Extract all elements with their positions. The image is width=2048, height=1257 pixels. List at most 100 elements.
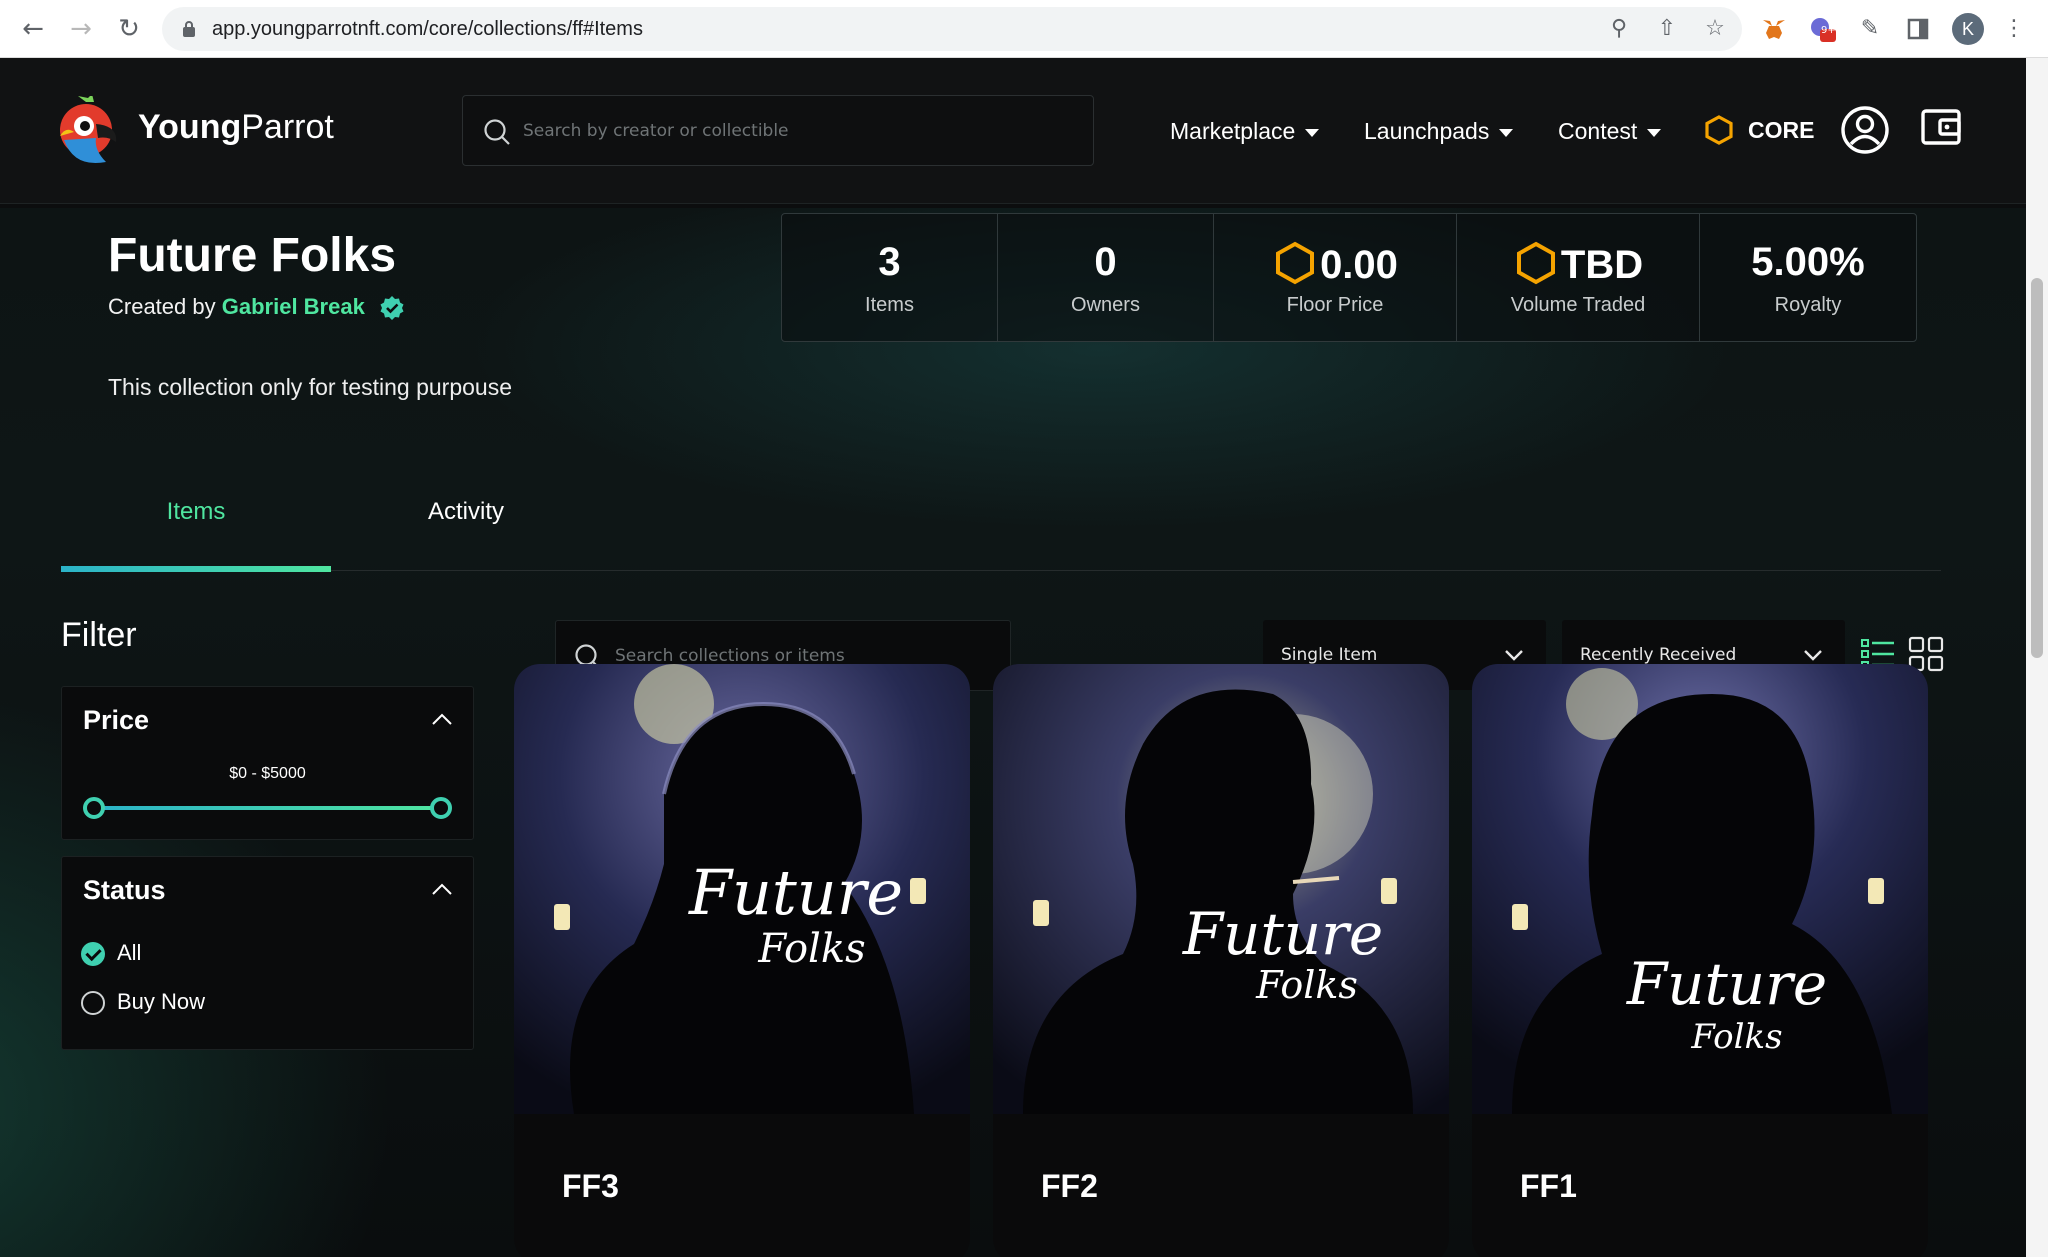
tab-label: Activity — [427, 498, 504, 525]
extension-badge-icon[interactable]: 9+ — [1808, 15, 1836, 43]
status-filter-panel: Status All Buy Now — [61, 856, 474, 1050]
checked-radio-icon[interactable] — [81, 942, 105, 966]
chevron-up-icon[interactable] — [431, 712, 453, 726]
side-panel-icon[interactable] — [1904, 15, 1932, 43]
share-icon[interactable]: ⇧ — [1654, 16, 1680, 42]
browser-toolbar: ← → ↻ app.youngparrotnft.com/core/collec… — [0, 0, 2048, 58]
brand-light: Parrot — [241, 108, 334, 146]
nav-contest[interactable]: Contest — [1558, 118, 1662, 145]
browser-menu-icon[interactable]: ⋮ — [2000, 15, 2028, 43]
header-search-input[interactable]: Search by creator or collectible — [462, 95, 1094, 166]
stat-floor-price: 0.00 Floor Price — [1214, 214, 1457, 341]
chevron-down-icon — [1804, 650, 1822, 661]
filter-title: Filter — [61, 616, 137, 654]
status-option-label: Buy Now — [117, 989, 206, 1014]
nft-name[interactable]: FF3 — [562, 1168, 619, 1205]
stat-value-row: TBD — [1457, 240, 1699, 288]
core-hexagon-icon — [1276, 241, 1315, 285]
profile-avatar[interactable]: K — [1952, 13, 1984, 45]
header-search-placeholder: Search by creator or collectible — [523, 121, 789, 141]
nav-label: Launchpads — [1364, 118, 1490, 144]
stat-volume-traded: TBD Volume Traded — [1457, 214, 1700, 341]
stat-label: Volume Traded — [1510, 294, 1646, 316]
verified-badge-icon — [380, 296, 404, 321]
chevron-up-icon[interactable] — [431, 882, 453, 896]
network-label: CORE — [1748, 117, 1815, 143]
slider-max-handle[interactable] — [430, 797, 452, 819]
art-title-line1: Future — [1626, 950, 1827, 1018]
created-by-prefix: Created by — [108, 294, 216, 319]
stat-value: 5.00% — [1751, 240, 1865, 284]
art-title-line1: Future — [688, 856, 903, 929]
extensions-puzzle-icon[interactable]: ✎ — [1856, 15, 1884, 43]
stat-label: Floor Price — [1286, 294, 1384, 316]
wallet-icon[interactable] — [1920, 106, 1962, 148]
stat-value-row: 0.00 — [1214, 240, 1456, 288]
status-option-label: All — [117, 940, 142, 965]
nft-card[interactable]: Future Folks FF2 — [993, 664, 1449, 1257]
back-arrow-icon[interactable]: ← — [18, 14, 48, 44]
forward-arrow-icon[interactable]: → — [66, 14, 96, 44]
stat-value: 0 — [1094, 240, 1117, 284]
nft-card[interactable]: Future Folks FF3 — [514, 664, 970, 1257]
collection-description: This collection only for testing purpous… — [108, 374, 512, 400]
collection-tabs: Items Activity — [61, 478, 1941, 572]
stat-value: TBD — [1560, 243, 1644, 287]
scrollbar-thumb[interactable] — [2031, 278, 2043, 658]
stat-label: Owners — [1071, 294, 1140, 316]
address-bar[interactable]: app.youngparrotnft.com/core/collections/… — [162, 7, 1742, 51]
tab-items[interactable]: Items — [61, 498, 331, 572]
lock-icon — [183, 21, 195, 37]
nft-name[interactable]: FF1 — [1520, 1168, 1577, 1205]
nav-label: Marketplace — [1170, 118, 1296, 144]
core-hexagon-icon — [1516, 241, 1555, 285]
parrot-logo-icon[interactable] — [56, 96, 122, 168]
tab-label: Items — [166, 498, 226, 525]
stat-value: 0.00 — [1320, 243, 1398, 287]
nft-card[interactable]: Future Folks FF1 — [1472, 664, 1928, 1257]
core-hexagon-icon — [1705, 115, 1733, 145]
art-title-line2: Folks — [1690, 1017, 1782, 1057]
caret-down-icon — [1499, 128, 1514, 137]
caret-down-icon — [1305, 128, 1320, 137]
reload-icon[interactable]: ↻ — [114, 14, 144, 44]
stat-label: Items — [865, 294, 914, 316]
collection-title: Future Folks — [108, 229, 397, 282]
price-range-slider[interactable] — [83, 797, 452, 819]
stat-royalty: 5.00% Royalty — [1700, 214, 1916, 341]
extension-badge-count: 9+ — [1821, 25, 1836, 36]
zoom-icon[interactable]: ⚲ — [1606, 16, 1632, 42]
stat-owners: 0 Owners — [998, 214, 1214, 341]
slider-min-handle[interactable] — [83, 797, 105, 819]
stat-label: Royalty — [1774, 294, 1842, 316]
caret-down-icon — [1647, 128, 1662, 137]
status-filter-title[interactable]: Status — [83, 875, 166, 906]
nft-artwork[interactable]: Future Folks — [1472, 664, 1928, 1114]
nft-name[interactable]: FF2 — [1041, 1168, 1098, 1205]
url-text[interactable]: app.youngparrotnft.com/core/collections/… — [212, 7, 643, 51]
price-range-label: $0 - $5000 — [229, 765, 306, 782]
nft-artwork[interactable]: Future Folks — [514, 664, 970, 1114]
account-icon[interactable] — [1840, 105, 1890, 155]
nav-launchpads[interactable]: Launchpads — [1364, 118, 1514, 145]
creator-link[interactable]: Gabriel Break — [222, 294, 365, 319]
chevron-down-icon — [1505, 650, 1523, 661]
brand-name[interactable]: YoungParrot — [138, 108, 334, 147]
nav-label: Contest — [1558, 118, 1638, 144]
page: YoungParrot Search by creator or collect… — [0, 58, 2026, 1257]
radio-icon[interactable] — [81, 991, 105, 1015]
bookmark-star-icon[interactable]: ☆ — [1702, 16, 1728, 42]
tab-activity[interactable]: Activity — [331, 498, 601, 570]
active-tab-indicator — [61, 566, 331, 572]
brand-bold: Young — [138, 108, 242, 146]
slider-track — [93, 806, 442, 810]
site-header: YoungParrot Search by creator or collect… — [0, 58, 2026, 204]
price-filter-title[interactable]: Price — [83, 705, 149, 736]
metamask-fox-icon[interactable] — [1760, 15, 1788, 43]
search-icon — [484, 119, 510, 145]
art-title-line1: Future — [1182, 900, 1383, 968]
art-title-line2: Folks — [757, 926, 865, 972]
page-scrollbar[interactable] — [2026, 58, 2048, 1257]
nav-marketplace[interactable]: Marketplace — [1170, 118, 1320, 145]
nft-artwork[interactable]: Future Folks — [993, 664, 1449, 1114]
